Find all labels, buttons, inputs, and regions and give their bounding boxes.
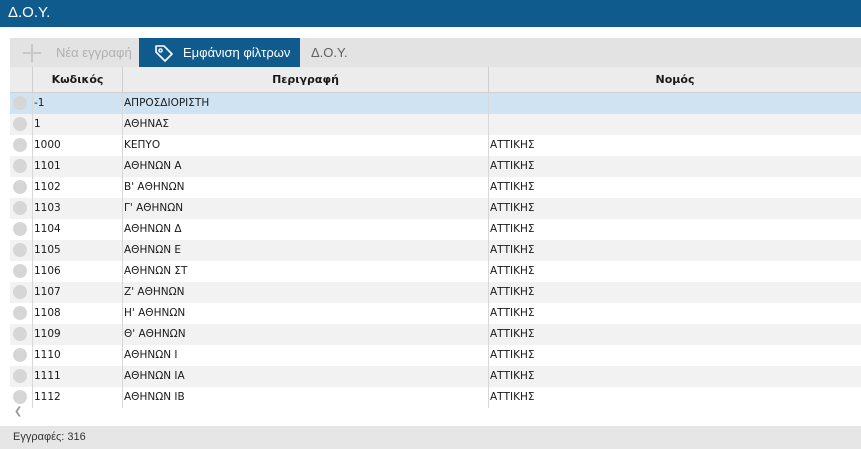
table-row[interactable]: 1108 Η' ΑΘΗΝΩΝ ΑΤΤΙΚΗΣ xyxy=(10,303,861,324)
cell-description: Θ' ΑΘΗΝΩΝ xyxy=(122,324,488,345)
toolbar: Νέα εγγραφή Εμφάνιση φίλτρων Δ.Ο.Υ. xyxy=(10,38,861,67)
cell-code: 1104 xyxy=(32,219,122,240)
row-selector-icon[interactable] xyxy=(13,138,27,152)
horizontal-scrollbar[interactable]: ❮ xyxy=(10,405,861,421)
row-selector-icon[interactable] xyxy=(13,348,27,362)
cell-code: 1111 xyxy=(32,366,122,387)
cell-prefecture xyxy=(488,93,861,114)
cell-prefecture: ΑΤΤΙΚΗΣ xyxy=(488,261,861,282)
cell-code: 1107 xyxy=(32,282,122,303)
new-record-button[interactable]: Νέα εγγραφή xyxy=(22,38,132,67)
table-row[interactable]: 1103 Γ' ΑΘΗΝΩΝ ΑΤΤΙΚΗΣ xyxy=(10,198,861,219)
row-selector-header xyxy=(10,67,32,92)
cell-prefecture: ΑΤΤΙΚΗΣ xyxy=(488,177,861,198)
table-row[interactable]: 1107 Ζ' ΑΘΗΝΩΝ ΑΤΤΙΚΗΣ xyxy=(10,282,861,303)
table-row[interactable]: 1105 ΑΘΗΝΩΝ Ε ΑΤΤΙΚΗΣ xyxy=(10,240,861,261)
row-selector-icon[interactable] xyxy=(13,222,27,236)
row-selector-icon[interactable] xyxy=(13,369,27,383)
table-row[interactable]: -1 ΑΠΡΟΣΔΙΟΡΙΣΤΗ xyxy=(10,93,861,114)
record-count: Εγγραφές: 316 xyxy=(13,431,86,443)
cell-prefecture: ΑΤΤΙΚΗΣ xyxy=(488,156,861,177)
table-row[interactable]: 1101 ΑΘΗΝΩΝ Α ΑΤΤΙΚΗΣ xyxy=(10,156,861,177)
cell-code: 1106 xyxy=(32,261,122,282)
table-row[interactable]: 1109 Θ' ΑΘΗΝΩΝ ΑΤΤΙΚΗΣ xyxy=(10,324,861,345)
cell-description: Γ' ΑΘΗΝΩΝ xyxy=(122,198,488,219)
column-header-prefecture[interactable]: Νομός xyxy=(488,67,861,92)
cell-code: 1109 xyxy=(32,324,122,345)
window-title: Δ.Ο.Υ. xyxy=(8,4,51,21)
column-header-description[interactable]: Περιγραφή xyxy=(122,67,488,92)
table-row[interactable]: 1111 ΑΘΗΝΩΝ ΙΑ ΑΤΤΙΚΗΣ xyxy=(10,366,861,387)
cell-code: 1000 xyxy=(32,135,122,156)
row-selector-icon[interactable] xyxy=(13,306,27,320)
grid-header: Κωδικός Περιγραφή Νομός xyxy=(10,67,861,93)
table-row[interactable]: 1104 ΑΘΗΝΩΝ Δ ΑΤΤΙΚΗΣ xyxy=(10,219,861,240)
cell-description: ΑΠΡΟΣΔΙΟΡΙΣΤΗ xyxy=(122,93,488,114)
row-selector-icon[interactable] xyxy=(13,201,27,215)
row-selector-icon[interactable] xyxy=(13,117,27,131)
entity-label: Δ.Ο.Υ. xyxy=(311,45,348,60)
cell-code: 1108 xyxy=(32,303,122,324)
cell-description: ΑΘΗΝΩΝ Δ xyxy=(122,219,488,240)
row-selector-icon[interactable] xyxy=(13,180,27,194)
cell-description: ΚΕΠΥΟ xyxy=(122,135,488,156)
new-record-label: Νέα εγγραφή xyxy=(56,45,132,60)
cell-description: ΑΘΗΝΩΝ ΙΑ xyxy=(122,366,488,387)
table-row[interactable]: 1106 ΑΘΗΝΩΝ ΣΤ ΑΤΤΙΚΗΣ xyxy=(10,261,861,282)
cell-description: ΑΘΗΝΑΣ xyxy=(122,114,488,135)
cell-prefecture: ΑΤΤΙΚΗΣ xyxy=(488,366,861,387)
row-selector-icon[interactable] xyxy=(13,390,27,404)
cell-prefecture: ΑΤΤΙΚΗΣ xyxy=(488,324,861,345)
tag-icon xyxy=(155,44,173,62)
row-selector-icon[interactable] xyxy=(13,327,27,341)
table-row[interactable]: 1 ΑΘΗΝΑΣ xyxy=(10,114,861,135)
cell-description: ΑΘΗΝΩΝ Ι xyxy=(122,345,488,366)
show-filters-label: Εμφάνιση φίλτρων xyxy=(183,45,291,60)
cell-description: Η' ΑΘΗΝΩΝ xyxy=(122,303,488,324)
cell-description: Β' ΑΘΗΝΩΝ xyxy=(122,177,488,198)
row-selector-icon[interactable] xyxy=(13,96,27,110)
cell-prefecture xyxy=(488,114,861,135)
row-selector-icon[interactable] xyxy=(13,243,27,257)
cell-code: 1 xyxy=(32,114,122,135)
title-bar: Δ.Ο.Υ. xyxy=(0,0,861,27)
cell-code: 1105 xyxy=(32,240,122,261)
plus-icon xyxy=(22,43,42,63)
cell-description: ΑΘΗΝΩΝ Ε xyxy=(122,240,488,261)
row-selector-icon[interactable] xyxy=(13,285,27,299)
cell-code: 1110 xyxy=(32,345,122,366)
grid-rows: -1 ΑΠΡΟΣΔΙΟΡΙΣΤΗ 1 ΑΘΗΝΑΣ 1000 ΚΕΠΥΟ ΑΤΤΙΚΗΣ 11… xyxy=(10,93,861,408)
main-panel: Νέα εγγραφή Εμφάνιση φίλτρων Δ.Ο.Υ. Κωδι… xyxy=(0,27,861,449)
cell-description: ΑΘΗΝΩΝ ΣΤ xyxy=(122,261,488,282)
cell-description: Ζ' ΑΘΗΝΩΝ xyxy=(122,282,488,303)
cell-code: 1103 xyxy=(32,198,122,219)
row-selector-icon[interactable] xyxy=(13,264,27,278)
cell-code: 1101 xyxy=(32,156,122,177)
cell-prefecture: ΑΤΤΙΚΗΣ xyxy=(488,219,861,240)
table-row[interactable]: 1102 Β' ΑΘΗΝΩΝ ΑΤΤΙΚΗΣ xyxy=(10,177,861,198)
status-footer: Εγγραφές: 316 xyxy=(0,426,861,449)
cell-code: 1102 xyxy=(32,177,122,198)
cell-prefecture: ΑΤΤΙΚΗΣ xyxy=(488,282,861,303)
cell-prefecture: ΑΤΤΙΚΗΣ xyxy=(488,345,861,366)
cell-code: -1 xyxy=(32,93,122,114)
chevron-left-icon[interactable]: ❮ xyxy=(14,406,22,417)
row-selector-icon[interactable] xyxy=(13,159,27,173)
column-header-code[interactable]: Κωδικός xyxy=(32,67,122,92)
cell-prefecture: ΑΤΤΙΚΗΣ xyxy=(488,198,861,219)
cell-prefecture: ΑΤΤΙΚΗΣ xyxy=(488,303,861,324)
cell-description: ΑΘΗΝΩΝ Α xyxy=(122,156,488,177)
cell-prefecture: ΑΤΤΙΚΗΣ xyxy=(488,240,861,261)
table-row[interactable]: 1110 ΑΘΗΝΩΝ Ι ΑΤΤΙΚΗΣ xyxy=(10,345,861,366)
cell-prefecture: ΑΤΤΙΚΗΣ xyxy=(488,135,861,156)
show-filters-button[interactable]: Εμφάνιση φίλτρων xyxy=(139,38,300,67)
table-row[interactable]: 1000 ΚΕΠΥΟ ΑΤΤΙΚΗΣ xyxy=(10,135,861,156)
